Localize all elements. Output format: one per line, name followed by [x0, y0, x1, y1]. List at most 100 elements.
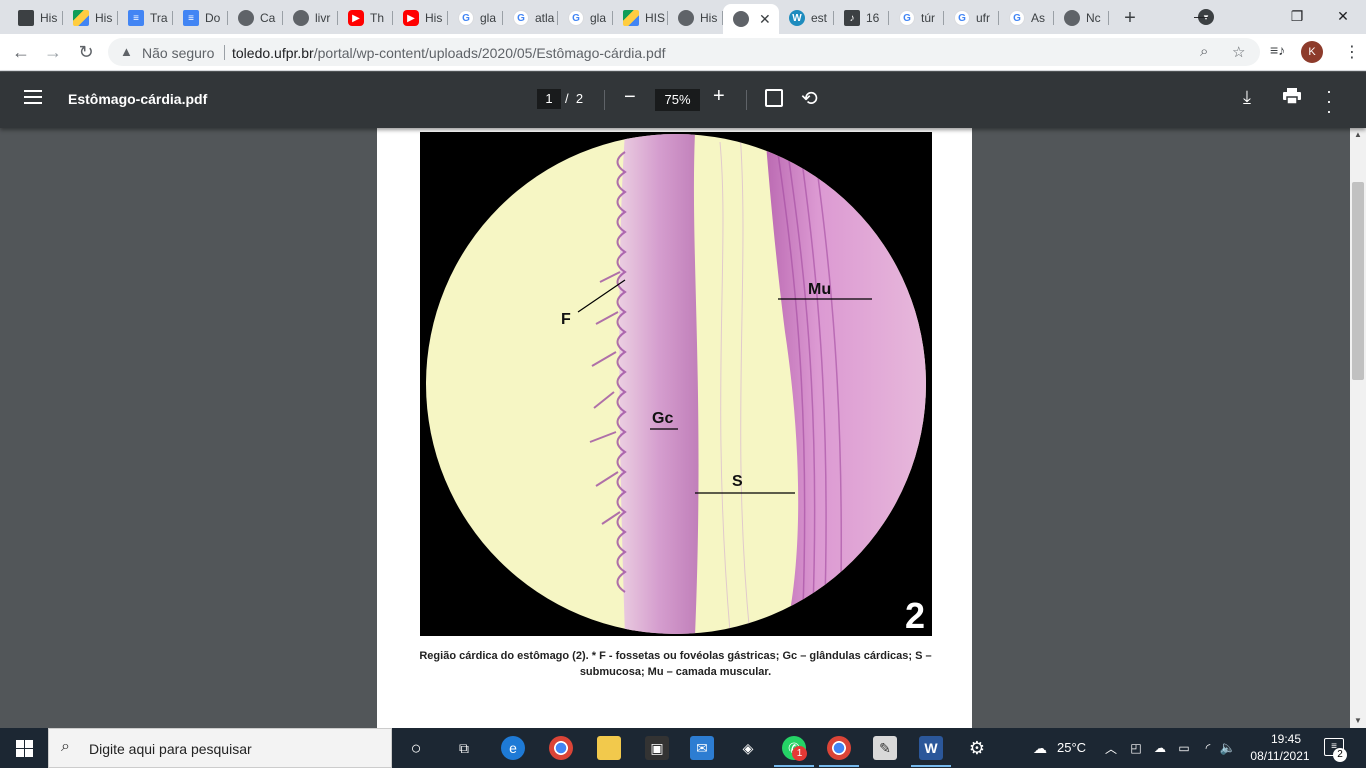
browser-tab[interactable]: ✕ — [723, 4, 779, 34]
toolbar-divider — [604, 90, 605, 110]
tray-chevron-icon[interactable]: ︿ — [1099, 736, 1123, 760]
more-options-icon[interactable]: · · · — [1326, 82, 1332, 120]
docs-icon: ≡ — [183, 10, 199, 26]
warning-icon[interactable]: ▲ — [120, 44, 133, 59]
tab-title: ufr — [976, 11, 991, 25]
profile-avatar[interactable]: K — [1301, 41, 1323, 63]
browser-tab[interactable]: Ggla — [558, 4, 613, 32]
print-icon[interactable] — [1283, 88, 1301, 104]
figure-caption: Região cárdica do estômago (2). * F - fo… — [419, 650, 932, 678]
figure-number: 2 — [905, 595, 925, 636]
label-mu: Mu — [808, 281, 831, 298]
omnibox-divider — [224, 45, 225, 60]
browser-tab[interactable]: ▶ Th — [338, 4, 393, 32]
edge-icon[interactable]: e — [501, 736, 525, 760]
browser-menu-icon[interactable]: ⋮ — [1344, 42, 1360, 62]
minimize-button[interactable]: — — [1178, 4, 1224, 28]
browser-tab[interactable]: His — [63, 4, 118, 32]
dropbox-icon[interactable]: ◈ — [736, 736, 760, 760]
back-button[interactable]: ← — [8, 39, 34, 65]
download-icon[interactable]: ⤓ — [1243, 87, 1251, 108]
browser-tab[interactable]: ≡ Tra — [118, 4, 173, 32]
clock-time[interactable]: 19:45 — [1264, 732, 1308, 746]
globe-icon — [293, 10, 309, 26]
browser-tab[interactable]: Ggla — [448, 4, 503, 32]
browser-tab[interactable]: His — [668, 4, 723, 32]
tab-title: His — [425, 11, 443, 25]
address-bar[interactable]: ▲ Não seguro toledo.ufpr.br/portal/wp-co… — [108, 38, 1260, 66]
battery-icon[interactable]: ▭ — [1172, 736, 1196, 760]
close-tab-icon[interactable]: ✕ — [759, 11, 771, 28]
scroll-down-arrow[interactable]: ▼ — [1354, 716, 1362, 725]
settings-gear-icon[interactable]: ⚙ — [965, 736, 989, 760]
taskbar-search[interactable]: ⌕ Digite aqui para pesquisar — [48, 728, 392, 768]
tab-title: 16 — [866, 11, 880, 25]
file-explorer-icon[interactable] — [597, 736, 621, 760]
mail-icon[interactable]: ✉ — [690, 736, 714, 760]
chrome-profile-icon[interactable] — [819, 736, 859, 767]
volume-icon[interactable]: 🔈 — [1216, 736, 1240, 760]
label-f: F — [561, 311, 571, 328]
browser-tab[interactable]: livr — [283, 4, 338, 32]
browser-tab[interactable]: His — [8, 4, 63, 32]
youtube-icon: ▶ — [348, 10, 364, 26]
tab-strip: His His ≡ Tra ≡ Do Ca livr ▶ Th ▶ His Ggla Gatla Ggla H… — [0, 0, 1366, 34]
tab-title: Nc — [1086, 11, 1101, 25]
notification-count: 2 — [1333, 748, 1347, 762]
scrollbar-thumb[interactable] — [1352, 182, 1364, 380]
zoom-out-button[interactable]: − — [624, 86, 636, 109]
fit-to-page-icon[interactable] — [765, 89, 783, 107]
pdf-viewer: F Mu Gc S 2 Região cárdica do estômago (… — [0, 128, 1366, 728]
bookmark-star-icon[interactable]: ☆ — [1232, 43, 1245, 61]
label-s: S — [732, 473, 743, 490]
meet-now-icon[interactable]: ◰ — [1124, 736, 1148, 760]
scrollbar[interactable]: ▲ ▼ — [1350, 128, 1366, 728]
clock-date[interactable]: 08/11/2021 — [1246, 749, 1314, 763]
tab-title: livr — [315, 11, 331, 25]
browser-tab[interactable]: ≡ Do — [173, 4, 228, 32]
browser-tab[interactable]: ▶ His — [393, 4, 448, 32]
google-icon: G — [954, 10, 970, 26]
browser-tab[interactable]: Ca — [228, 4, 283, 32]
tab-title: Ca — [260, 11, 276, 25]
browser-tab[interactable]: Gufr — [944, 4, 999, 32]
google-icon: G — [568, 10, 584, 26]
browser-tab[interactable]: G As — [999, 4, 1054, 32]
pdf-page: F Mu Gc S 2 Região cárdica do estômago (… — [377, 128, 972, 728]
paint-icon[interactable]: ✎ — [873, 736, 897, 760]
browser-tab[interactable]: West — [779, 4, 834, 32]
browser-tab[interactable]: HIS — [613, 4, 668, 32]
menu-icon[interactable] — [24, 90, 42, 104]
globe-icon — [238, 10, 254, 26]
url-text[interactable]: toledo.ufpr.br/portal/wp-content/uploads… — [232, 45, 666, 61]
close-window-button[interactable]: ✕ — [1320, 4, 1366, 28]
scroll-up-arrow[interactable]: ▲ — [1354, 130, 1362, 139]
media-control-icon[interactable]: ≡♪ — [1270, 42, 1285, 58]
zoom-in-button[interactable]: + — [713, 85, 725, 108]
browser-tab[interactable]: Gtúr — [889, 4, 944, 32]
bookmark-icon — [18, 10, 34, 26]
browser-tab[interactable]: ♪ 16 — [834, 4, 889, 32]
page-number-input[interactable]: 1 — [537, 89, 561, 109]
forward-button[interactable]: → — [40, 39, 66, 65]
chrome-icon[interactable] — [549, 736, 573, 760]
task-view-icon[interactable]: ⧉ — [452, 736, 476, 760]
restore-button[interactable]: ❐ — [1274, 4, 1320, 28]
globe-icon — [678, 10, 694, 26]
tab-title: Th — [370, 11, 385, 25]
store-icon[interactable]: ▣ — [645, 736, 669, 760]
rotate-icon[interactable]: ⟲ — [801, 86, 818, 111]
browser-tab[interactable]: Gatla — [503, 4, 558, 32]
onedrive-icon[interactable]: ☁ — [1148, 736, 1172, 760]
zoom-input[interactable]: 75% — [655, 89, 700, 111]
zoom-icon[interactable]: ⌕ — [1200, 43, 1208, 60]
word-icon[interactable]: W — [911, 736, 951, 767]
cortana-icon[interactable]: ○ — [404, 736, 428, 760]
security-label[interactable]: Não seguro — [142, 45, 214, 61]
browser-tab[interactable]: Nc — [1054, 4, 1109, 32]
windows-start-icon[interactable] — [16, 740, 33, 757]
weather-temp[interactable]: 25°C — [1057, 740, 1086, 755]
weather-icon[interactable]: ☁ — [1028, 736, 1052, 760]
new-tab-button[interactable]: + — [1118, 6, 1142, 30]
reload-button[interactable]: ↻ — [73, 39, 99, 65]
